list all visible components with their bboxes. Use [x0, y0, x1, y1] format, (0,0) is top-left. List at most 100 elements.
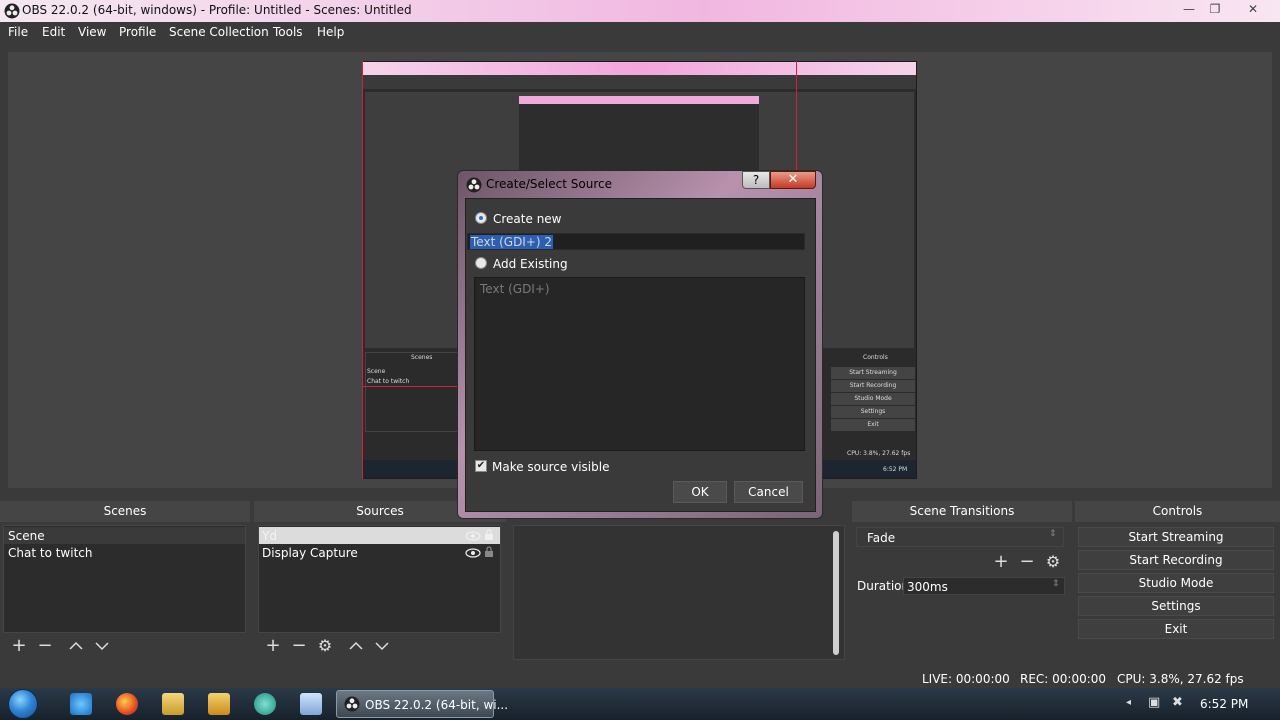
firefox-icon[interactable] — [116, 693, 138, 715]
lock-icon[interactable] — [484, 529, 494, 541]
nested-scene-item: Chat to twitch — [367, 378, 410, 385]
create-new-label[interactable]: Create new — [493, 212, 562, 226]
maximize-button[interactable]: ❐ — [1200, 0, 1230, 18]
source-settings-gear-icon[interactable]: ⚙ — [316, 637, 334, 655]
scene-item[interactable]: Scene — [8, 529, 45, 543]
move-up-icon[interactable] — [348, 640, 364, 652]
window-title: OBS 22.0.2 (64-bit, windows) - Profile: … — [22, 3, 412, 17]
bounding-box-line — [362, 386, 458, 387]
bounding-box-line — [796, 61, 797, 181]
existing-sources-list[interactable]: Text (GDI+) — [474, 277, 805, 451]
windows-taskbar: OBS 22.0.2 (64-bit, wi... ◂ ▣ ✖ 6:52 PM — [0, 688, 1280, 720]
nested-status: CPU: 3.8%, 27.62 fps — [847, 450, 911, 457]
title-bar: OBS 22.0.2 (64-bit, windows) - Profile: … — [0, 0, 1280, 22]
source-selection — [259, 527, 500, 544]
nested-control-button: Start Recording — [831, 380, 915, 392]
start-button-icon[interactable] — [8, 689, 38, 719]
menu-scene-collection[interactable]: Scene Collection — [169, 25, 269, 39]
visibility-eye-icon[interactable] — [465, 548, 481, 558]
ok-button[interactable]: OK — [673, 481, 727, 503]
menu-profile[interactable]: Profile — [119, 25, 156, 39]
obs-taskbar-button[interactable]: OBS 22.0.2 (64-bit, wi... — [336, 690, 508, 718]
dialog-close-button[interactable]: ✕ — [770, 171, 816, 189]
add-existing-label[interactable]: Add Existing — [493, 257, 568, 271]
scene-item[interactable]: Chat to twitch — [8, 546, 92, 560]
file-explorer-icon[interactable] — [162, 693, 184, 715]
nested-controls-title: Controls — [863, 354, 888, 361]
nested-scenes-panel — [365, 352, 461, 432]
notepad-icon[interactable] — [300, 693, 322, 715]
tray-expand-icon[interactable]: ◂ — [1126, 697, 1131, 708]
volume-muted-icon[interactable]: ✖ — [1172, 695, 1183, 710]
obs-logo-icon — [4, 3, 20, 19]
settings-button[interactable]: Settings — [1078, 596, 1274, 616]
lock-icon[interactable] — [484, 546, 494, 558]
transitions-dock-title: Scene Transitions — [852, 501, 1072, 522]
spinner-icon: ⇕ — [1049, 529, 1057, 539]
audio-mixer-panel — [513, 525, 845, 660]
nested-control-button: Studio Mode — [831, 393, 915, 405]
menu-edit[interactable]: Edit — [42, 25, 65, 39]
make-visible-checkbox[interactable]: ✔ — [475, 460, 487, 472]
add-scene-icon[interactable]: + — [10, 637, 28, 655]
obs-logo-icon — [466, 177, 482, 193]
existing-source-item[interactable]: Text (GDI+) — [480, 282, 550, 296]
network-icon[interactable]: ▣ — [1148, 695, 1160, 710]
menu-file[interactable]: File — [8, 25, 28, 39]
nested-control-button: Settings — [831, 406, 915, 418]
duration-value: 300ms — [907, 580, 948, 594]
app-icon[interactable] — [254, 693, 276, 715]
cancel-button[interactable]: Cancel — [734, 481, 803, 503]
nested-inner-title — [519, 96, 759, 104]
close-button[interactable]: ✕ — [1238, 0, 1268, 18]
transition-select[interactable]: Fade ⇕ — [856, 527, 1064, 547]
make-visible-label[interactable]: Make source visible — [492, 460, 609, 474]
rec-time: REC: 00:00:00 — [1020, 672, 1107, 686]
remove-transition-icon[interactable]: − — [1018, 553, 1036, 571]
exit-button[interactable]: Exit — [1078, 619, 1274, 639]
nested-control-button: Start Streaming — [831, 367, 915, 379]
cpu-fps: CPU: 3.8%, 27.62 fps — [1117, 672, 1244, 686]
start-recording-button[interactable]: Start Recording — [1078, 550, 1274, 570]
menu-view[interactable]: View — [78, 25, 106, 39]
move-up-icon[interactable] — [68, 640, 84, 652]
spinner-icon: ⇕ — [1052, 579, 1060, 589]
obs-taskbar-label: OBS 22.0.2 (64-bit, wi... — [365, 698, 509, 712]
controls-dock-title: Controls — [1075, 501, 1280, 522]
move-down-icon[interactable] — [94, 640, 110, 652]
add-transition-icon[interactable]: + — [992, 553, 1010, 571]
add-existing-radio[interactable] — [475, 257, 487, 269]
duration-label: Duration — [857, 579, 910, 593]
help-button[interactable]: ? — [742, 171, 770, 189]
source-item[interactable]: Display Capture — [262, 546, 358, 560]
add-source-icon[interactable]: + — [264, 637, 282, 655]
nested-menu-bar — [363, 75, 916, 89]
nested-control-button: Exit — [831, 419, 915, 431]
obs-logo-icon — [344, 696, 360, 712]
move-down-icon[interactable] — [374, 640, 390, 652]
live-time: LIVE: 00:00:00 — [922, 672, 1010, 686]
transition-settings-gear-icon[interactable]: ⚙ — [1044, 553, 1062, 571]
bounding-box-line — [362, 61, 363, 479]
menu-help[interactable]: Help — [317, 25, 344, 39]
studio-mode-button[interactable]: Studio Mode — [1078, 573, 1274, 593]
scenes-dock-title: Scenes — [0, 501, 250, 522]
source-item[interactable]: Yd — [262, 529, 277, 543]
visibility-eye-icon[interactable] — [465, 531, 481, 541]
nested-scene-item: Scene — [367, 368, 386, 375]
nested-title-bar — [363, 62, 916, 75]
internet-explorer-icon[interactable] — [70, 693, 92, 715]
status-bar: LIVE: 00:00:00 REC: 00:00:00 CPU: 3.8%, … — [0, 668, 1280, 688]
duration-spinbox[interactable]: 300ms ⇕ — [903, 577, 1065, 595]
menu-tools[interactable]: Tools — [273, 25, 303, 39]
mixer-scrollbar[interactable] — [833, 531, 839, 655]
menu-bar: File Edit View Profile Scene Collection … — [0, 22, 1280, 44]
source-name-input[interactable]: Text (GDI+) 2 — [467, 233, 805, 250]
remove-source-icon[interactable]: − — [290, 637, 308, 655]
create-new-radio[interactable] — [475, 212, 487, 224]
media-player-icon[interactable] — [208, 693, 230, 715]
start-streaming-button[interactable]: Start Streaming — [1078, 527, 1274, 547]
remove-scene-icon[interactable]: − — [36, 637, 54, 655]
nested-scenes-title: Scenes — [411, 354, 433, 361]
taskbar-clock[interactable]: 6:52 PM — [1200, 697, 1248, 711]
